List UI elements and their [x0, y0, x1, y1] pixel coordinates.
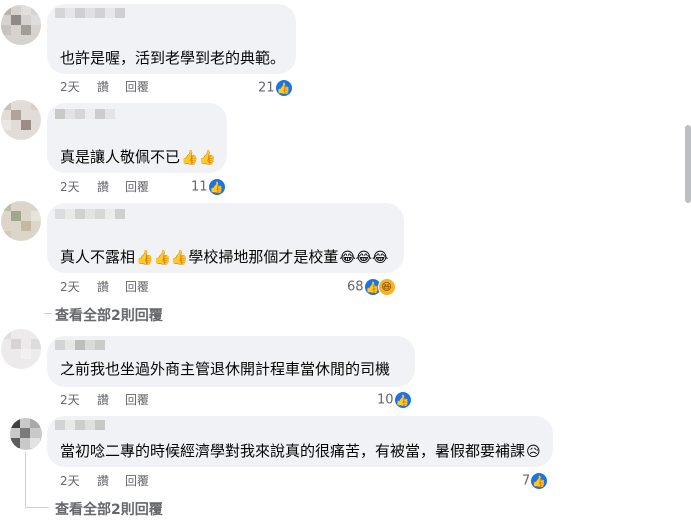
reaction-summary[interactable]: 7 👍: [522, 472, 549, 491]
reaction-summary[interactable]: 10 👍: [377, 391, 412, 410]
avatar[interactable]: [10, 418, 42, 450]
reply-button[interactable]: 回覆: [125, 279, 149, 295]
comment-text: 也許是喔，活到老學到老的典範。: [60, 48, 285, 68]
comment-bubble: 當初唸二專的時候經濟學對我來說真的很痛苦，有被當，暑假都要補課😥: [47, 416, 553, 467]
reaction-summary[interactable]: 21 👍: [258, 79, 293, 98]
thread-connector: [25, 507, 49, 508]
author-name[interactable]: [55, 340, 105, 350]
like-icon: 👍: [207, 178, 226, 196]
reaction-count: 10: [377, 392, 394, 408]
thread-connector: [44, 313, 52, 314]
comment-time[interactable]: 2天: [60, 473, 80, 489]
comment-text: 真是讓人敬佩不已👍👍: [60, 147, 216, 168]
comment-bubble: 之前我也坐過外商主管退休開計程車當休閒的司機: [47, 336, 415, 387]
reaction-summary[interactable]: 11 👍: [191, 178, 226, 197]
like-icon: 👍: [530, 472, 549, 490]
comment-time[interactable]: 2天: [60, 79, 80, 95]
thread-connector: [25, 452, 26, 507]
like-button[interactable]: 讚: [97, 279, 109, 295]
reaction-count: 68: [347, 279, 364, 295]
comment-bubble: 真人不露相👍👍👍學校掃地那個才是校董😂😂😂: [47, 203, 404, 273]
comment-text: 真人不露相👍👍👍學校掃地那個才是校董😂😂😂: [60, 247, 388, 268]
author-name[interactable]: [55, 109, 115, 119]
comment-text-body: 也許是喔，活到老學到老的典範。: [60, 49, 286, 67]
reaction-count: 21: [258, 80, 275, 96]
like-button[interactable]: 讚: [97, 79, 109, 95]
thumbs-up-icon: 👍👍👍: [136, 250, 189, 266]
comment-text: 之前我也坐過外商主管退休開計程車當休閒的司機: [60, 359, 390, 379]
comment-text-continued: 學校掃地那個才是校董: [188, 248, 339, 266]
like-button[interactable]: 讚: [97, 473, 109, 489]
like-icon: 👍: [393, 391, 412, 409]
author-name[interactable]: [55, 420, 105, 430]
reaction-count: 7: [522, 473, 531, 489]
avatar[interactable]: [1, 100, 41, 140]
reply-button[interactable]: 回覆: [125, 179, 149, 195]
reply-button[interactable]: 回覆: [125, 392, 149, 408]
view-replies-link[interactable]: 查看全部2則回覆: [55, 305, 163, 325]
laughing-emoji-icon: 😂😂😂: [339, 250, 389, 266]
avatar[interactable]: [1, 5, 41, 45]
comment-time[interactable]: 2天: [60, 392, 80, 408]
author-name[interactable]: [55, 8, 125, 18]
view-replies-link[interactable]: 查看全部2則回覆: [55, 499, 163, 519]
comment-text-body: 真是讓人敬佩不已: [60, 148, 181, 166]
reaction-count: 11: [191, 179, 208, 195]
sad-emoji-icon: 😥: [526, 444, 541, 460]
comment-text-body: 之前我也坐過外商主管退休開計程車當休閒的司機: [60, 360, 391, 378]
comment-bubble: 真是讓人敬佩不已👍👍: [47, 103, 227, 173]
comment-text-body: 當初唸二專的時候經濟學對我來說真的很痛苦，有被當，暑假都要補課: [60, 442, 526, 460]
reaction-summary[interactable]: 68 👍 😆: [347, 278, 396, 297]
comment-text-body: 真人不露相: [60, 248, 136, 266]
thumbs-up-icon: 👍👍: [181, 150, 216, 166]
comment-bubble: 也許是喔，活到老學到老的典範。: [47, 4, 296, 74]
comment-text: 當初唸二專的時候經濟學對我來說真的很痛苦，有被當，暑假都要補課😥: [60, 441, 541, 462]
reply-button[interactable]: 回覆: [125, 473, 149, 489]
avatar[interactable]: [1, 329, 41, 369]
like-button[interactable]: 讚: [97, 179, 109, 195]
like-button[interactable]: 讚: [97, 392, 109, 408]
reply-button[interactable]: 回覆: [125, 79, 149, 95]
comment-time[interactable]: 2天: [60, 179, 80, 195]
avatar[interactable]: [1, 201, 41, 241]
author-name[interactable]: [55, 209, 125, 219]
comment-time[interactable]: 2天: [60, 279, 80, 295]
like-icon: 👍: [274, 79, 293, 97]
haha-icon: 😆: [377, 278, 396, 296]
scrollbar[interactable]: [685, 125, 691, 203]
